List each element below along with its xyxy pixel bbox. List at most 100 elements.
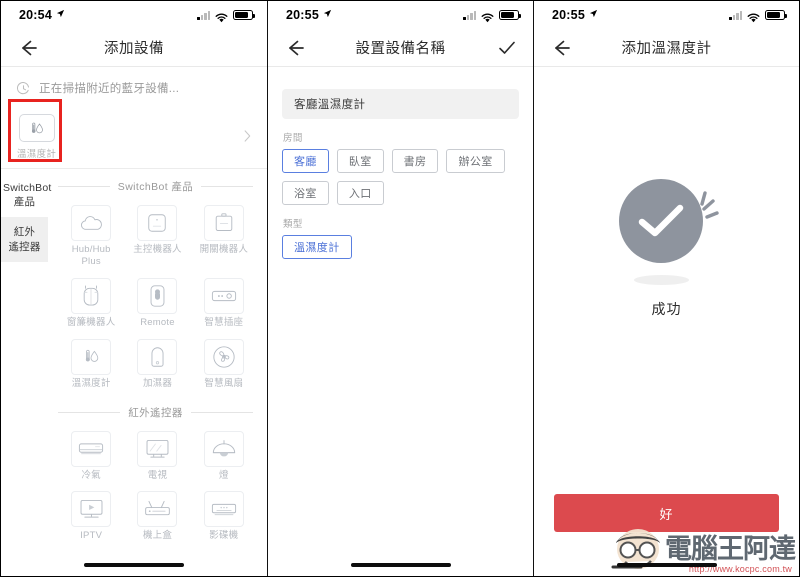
device-name-input[interactable]: 客廳溫濕度計	[282, 89, 519, 119]
product-item-bot[interactable]: 主控機器人	[124, 202, 190, 273]
product-item-iptv[interactable]: IPTV	[58, 488, 124, 547]
product-item-smart-fan[interactable]: 智慧風扇	[191, 336, 257, 395]
humidifier-icon	[137, 338, 178, 375]
divider-line	[201, 186, 253, 187]
sidebar-item-ir-remote[interactable]: 紅外 遙控器	[1, 217, 48, 262]
location-arrow-icon	[589, 9, 598, 21]
product-item-smart-plug[interactable]: 智慧插座	[191, 275, 257, 334]
product-item-humidifier[interactable]: 加濕器	[124, 336, 190, 395]
status-left-group: 20:54	[19, 8, 65, 22]
air-conditioner-icon	[71, 430, 112, 467]
status-right-group	[197, 10, 256, 23]
dvd-player-icon	[203, 491, 244, 528]
thermo-hygrometer-icon	[71, 338, 112, 375]
section-title: 紅外遙控器	[128, 406, 183, 419]
remote-icon	[137, 277, 178, 314]
category-line-2: 遙控器	[8, 240, 41, 253]
ok-button[interactable]: 好	[554, 494, 779, 532]
divider-line	[58, 411, 121, 413]
cloud-hub-icon	[71, 205, 112, 241]
wifi-icon	[747, 10, 760, 23]
wifi-icon	[215, 10, 228, 23]
product-label: IPTV	[80, 530, 103, 542]
product-label: Hub/Hub Plus	[71, 244, 111, 267]
status-left-group: 20:55	[286, 8, 332, 22]
product-label: 機上盒	[142, 530, 173, 542]
room-chip-entrance[interactable]: 入口	[336, 181, 384, 205]
room-chip-living-room[interactable]: 客廳	[282, 149, 329, 173]
product-label: 開關機器人	[199, 244, 249, 255]
product-label: 冷氣	[81, 469, 101, 481]
status-time: 20:55	[552, 8, 585, 22]
check-icon[interactable]	[497, 38, 517, 58]
status-bar-middle: 20:55	[268, 1, 533, 29]
chevron-right-icon	[244, 129, 251, 145]
smart-fan-icon	[203, 338, 244, 375]
product-item-lamp[interactable]: 燈	[191, 428, 257, 487]
category-line-1: SwitchBot	[3, 182, 52, 194]
product-item-curtain-robot[interactable]: 窗簾機器人	[58, 275, 124, 334]
nav-bar-middle: 設置設備名稱	[268, 29, 533, 67]
room-chip-group: 客廳 臥室 書房 辦公室 浴室 入口	[268, 149, 533, 205]
room-chip-office[interactable]: 辦公室	[446, 149, 505, 173]
category-line-1: 紅外	[13, 226, 36, 239]
location-arrow-icon	[323, 9, 332, 21]
product-label: 影碟機	[209, 530, 239, 542]
back-arrow-icon[interactable]	[284, 37, 306, 59]
set-top-box-icon	[137, 491, 178, 528]
back-arrow-icon[interactable]	[17, 37, 39, 59]
curtain-robot-icon	[71, 277, 112, 314]
status-time: 20:54	[19, 8, 52, 22]
product-label: 電視	[147, 469, 168, 481]
product-grid-switchbot: Hub/Hub Plus 主控機器人 開關機器人 窗簾機器人 Remote 智慧…	[52, 200, 263, 395]
bot-square-icon	[137, 205, 178, 241]
type-chip-thermo-hygrometer[interactable]: 溫濕度計	[282, 235, 352, 259]
battery-icon	[499, 10, 522, 20]
product-item-hub[interactable]: Hub/Hub Plus	[58, 202, 124, 273]
home-indicator	[84, 563, 184, 567]
room-chip-bedroom[interactable]: 臥室	[336, 149, 384, 173]
page-title: 添加溫濕度計	[621, 41, 712, 57]
success-shadow	[633, 275, 689, 285]
page-title: 設置設備名稱	[355, 41, 446, 57]
home-indicator	[350, 563, 451, 567]
category-rail: SwitchBot 產品 紅外 遙控器	[1, 169, 52, 551]
product-item-dvd-player[interactable]: 影碟機	[191, 488, 257, 547]
product-item-television[interactable]: 電視	[124, 428, 190, 487]
room-chip-bathroom[interactable]: 浴室	[282, 181, 329, 205]
scanning-status-row: 正在掃描附近的藍牙設備...	[1, 67, 267, 106]
found-device-inner: 溫濕度計	[17, 114, 56, 160]
product-scroll-area[interactable]: SwitchBot 產品 Hub/Hub Plus 主控機器人 開關機器人 窗簾…	[48, 169, 267, 551]
set-name-form: 客廳溫濕度計 房間 客廳 臥室 書房 辦公室 浴室 入口 類型 溫濕度計	[268, 89, 533, 576]
status-bar-left: 20:54	[1, 1, 267, 29]
smart-plug-icon	[203, 277, 244, 314]
product-label: 主控機器人	[133, 244, 182, 255]
status-left-group: 20:55	[552, 8, 598, 22]
product-label: 智慧風扇	[204, 377, 244, 389]
product-item-set-top-box[interactable]: 機上盒	[124, 488, 190, 547]
status-bar-right: 20:55	[534, 1, 799, 29]
category-line-2: 產品	[13, 196, 36, 209]
back-arrow-icon[interactable]	[550, 37, 572, 59]
iptv-icon	[71, 491, 112, 528]
product-label: 溫濕度計	[71, 377, 111, 389]
found-device-row[interactable]: 溫濕度計	[1, 99, 267, 169]
wifi-icon	[481, 10, 494, 23]
product-item-thermo-hygrometer[interactable]: 溫濕度計	[58, 336, 124, 395]
product-item-air-conditioner[interactable]: 冷氣	[58, 428, 124, 487]
screenshot-frame: 20:54 添加設備 正在掃描附近的藍牙設備... 溫濕度計 SwitchBot…	[0, 0, 800, 577]
sidebar-item-switchbot-products[interactable]: SwitchBot 產品	[1, 173, 52, 217]
product-item-switch-bot[interactable]: 開關機器人	[191, 202, 257, 273]
divider-line	[58, 186, 110, 187]
product-label: Remote	[140, 316, 175, 328]
room-chip-study[interactable]: 書房	[391, 149, 439, 173]
status-right-group	[729, 10, 788, 23]
home-indicator	[616, 563, 717, 567]
success-check-icon	[607, 171, 727, 291]
section-header-ir-remote: 紅外遙控器	[52, 395, 263, 426]
nav-bar-right: 添加溫濕度計	[534, 29, 799, 67]
category-and-products: SwitchBot 產品 紅外 遙控器 SwitchBot 產品 Hub/Hub…	[1, 169, 267, 551]
success-body: 成功 好	[534, 67, 799, 576]
nav-bar-left: 添加設備	[1, 29, 267, 67]
product-item-remote[interactable]: Remote	[124, 275, 190, 334]
